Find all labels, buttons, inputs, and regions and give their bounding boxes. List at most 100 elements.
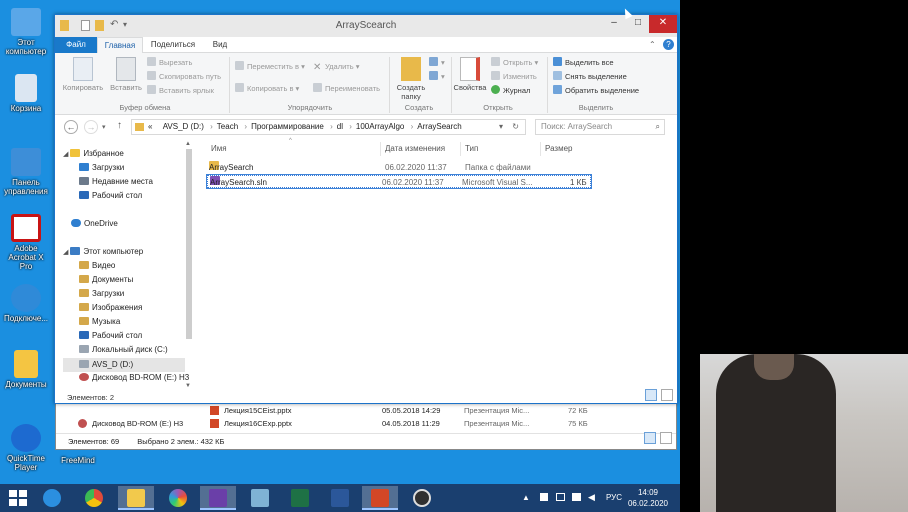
details-view-button[interactable] (645, 389, 657, 401)
column-name[interactable]: Имя (207, 142, 381, 156)
scroll-down-icon[interactable]: ▼ (185, 383, 191, 389)
desktop-icon-documents[interactable]: Документы (3, 350, 49, 389)
breadcrumb-item[interactable]: dl (337, 122, 343, 131)
history-button[interactable]: Журнал (491, 85, 530, 97)
tray-expand-icon[interactable]: ▲ (522, 493, 530, 502)
nav-downloads[interactable]: Загрузки (79, 163, 124, 172)
column-type[interactable]: Тип (461, 142, 541, 156)
file-row[interactable]: ArraySearch 06.02.2020 11:37 Папка с фай… (207, 161, 591, 174)
forward-button[interactable]: → (84, 120, 98, 134)
breadcrumb-item[interactable]: ArraySearch (417, 122, 461, 131)
refresh-icon[interactable]: ↻ (512, 120, 519, 134)
copy-path-button[interactable]: Скопировать путь (147, 71, 221, 83)
language-indicator[interactable]: РУС (606, 493, 622, 502)
nav-drive-e[interactable]: Дисковод BD-ROM (E:) H3 (79, 373, 189, 382)
background-explorer-window[interactable]: Лекция15CEist.pptx 05.05.2018 14:29 През… (55, 402, 677, 450)
desktop-icon-freemind[interactable]: FreeMind (56, 456, 100, 465)
breadcrumb-item[interactable]: Teach (217, 122, 238, 131)
back-button[interactable]: ← (64, 120, 78, 134)
address-dropdown-icon[interactable]: ▾ (499, 120, 503, 134)
edit-button[interactable]: Изменить (491, 71, 537, 83)
minimize-button[interactable]: – (603, 15, 625, 33)
taskbar-picasa[interactable] (160, 486, 196, 510)
help-icon[interactable]: ? (663, 39, 674, 50)
tab-view[interactable]: Вид (203, 37, 237, 53)
nav-downloads-pc[interactable]: Загрузки (79, 289, 124, 298)
rename-button[interactable]: Переименовать (313, 83, 380, 95)
minimize-ribbon-icon[interactable]: ⌃ (649, 40, 656, 49)
desktop-icon-acrobat[interactable]: Adobe Acrobat X Pro (3, 214, 49, 271)
file-row[interactable]: Лекция15CEist.pptx 05.05.2018 14:29 През… (78, 404, 638, 417)
invert-selection-button[interactable]: Обратить выделение (553, 85, 639, 97)
select-all-button[interactable]: Выделить все (553, 57, 614, 69)
column-size[interactable]: Размер (541, 142, 591, 156)
taskbar-visual-studio[interactable] (200, 486, 236, 510)
tray-flag-icon[interactable] (540, 493, 548, 501)
tab-home[interactable]: Главная (97, 37, 143, 53)
taskbar-word[interactable] (322, 486, 358, 510)
nav-drive-c[interactable]: Локальный диск (C:) (79, 345, 168, 354)
nav-music[interactable]: Музыка (79, 317, 120, 326)
paste-shortcut-button[interactable]: Вставить ярлык (147, 85, 214, 97)
tab-file[interactable]: Файл (55, 37, 97, 53)
clock[interactable]: 14:09 06.02.2020 (628, 487, 668, 509)
large-icons-view-button[interactable] (661, 389, 673, 401)
select-none-button[interactable]: Снять выделение (553, 71, 627, 83)
nav-onedrive[interactable]: OneDrive (71, 219, 118, 228)
nav-drive-d[interactable]: AVS_D (D:) (63, 358, 185, 372)
new-item-button[interactable]: ▾ (429, 57, 445, 69)
copy-button[interactable]: Копировать (61, 57, 105, 92)
nav-desktop-pc[interactable]: Рабочий стол (79, 331, 142, 340)
maximize-button[interactable]: □ (627, 15, 649, 33)
taskbar-obs[interactable] (404, 486, 440, 510)
start-button[interactable] (6, 488, 28, 508)
address-overflow[interactable]: « (148, 122, 152, 131)
nav-this-pc[interactable]: ◢ Этот компьютер (63, 247, 143, 256)
new-folder-button[interactable]: Создать папку (393, 57, 429, 101)
title-bar[interactable]: ↶ ▾ ArrayScearch – □ ✕ (55, 15, 677, 37)
nav-videos[interactable]: Видео (79, 261, 115, 270)
taskbar-notepad[interactable] (242, 486, 278, 510)
up-button[interactable]: ↑ (117, 120, 122, 131)
tray-monitor-icon[interactable] (572, 493, 581, 501)
desktop-icon-quicktime[interactable]: QuickTime Player (3, 424, 49, 472)
explorer-window[interactable]: ↶ ▾ ArrayScearch – □ ✕ Файл Главная Поде… (54, 14, 678, 404)
tray-volume-icon[interactable]: ◀ (588, 492, 595, 503)
breadcrumb-item[interactable]: Программирование (251, 122, 324, 131)
taskbar-internet-explorer[interactable] (34, 486, 70, 510)
back-large-icons-view-button[interactable] (660, 432, 672, 444)
properties-button[interactable]: Свойства (453, 57, 487, 92)
open-button[interactable]: Открыть ▾ (491, 57, 538, 69)
taskbar-file-explorer[interactable] (118, 486, 154, 510)
desktop-icon-control-panel[interactable]: Панель управления (3, 148, 49, 196)
tab-share[interactable]: Поделиться (145, 37, 201, 53)
file-row[interactable]: Лекция16CExp.pptx 04.05.2018 11:29 Презе… (78, 417, 638, 430)
file-row[interactable]: ArraySearch.sln 06.02.2020 11:37 Microso… (206, 174, 592, 189)
breadcrumb-item[interactable]: AVS_D (D:) (163, 122, 204, 131)
copy-to-button[interactable]: Копировать в ▾ (235, 83, 299, 95)
taskbar-excel[interactable] (282, 486, 318, 510)
scroll-thumb[interactable] (186, 149, 192, 339)
desktop-icon-connect[interactable]: Подключе... (3, 284, 49, 323)
nav-desktop[interactable]: Рабочий стол (79, 191, 142, 200)
delete-button[interactable]: ✕ Удалить ▾ (313, 61, 360, 73)
nav-pictures[interactable]: Изображения (79, 303, 142, 312)
back-details-view-button[interactable] (644, 432, 656, 444)
nav-scrollbar[interactable]: ▲ ▼ (185, 141, 193, 393)
move-to-button[interactable]: Переместить в ▾ (235, 61, 305, 73)
easy-access-button[interactable]: ▾ (429, 71, 445, 83)
desktop-icon-this-pc[interactable]: Этот компьютер (3, 8, 49, 56)
cut-button[interactable]: Вырезать (147, 57, 192, 69)
expand-icon[interactable]: ◢ (63, 249, 70, 256)
paste-button[interactable]: Вставить (107, 57, 145, 92)
nav-documents[interactable]: Документы (79, 275, 133, 284)
tray-network-icon[interactable] (556, 493, 565, 501)
column-date[interactable]: Дата изменения (381, 142, 461, 156)
search-input[interactable]: Поиск: ArraySearch ⌕ (535, 119, 665, 135)
desktop-icon-recycle-bin[interactable]: Корзина (3, 74, 49, 113)
address-bar[interactable]: « AVS_D (D:) › Teach › Программирование › d… (131, 119, 526, 135)
close-button[interactable]: ✕ (649, 15, 677, 33)
nav-recent-places[interactable]: Недавние места (79, 177, 153, 186)
recent-locations-icon[interactable]: ▾ (102, 123, 106, 131)
nav-favorites[interactable]: ◢ Избранное (63, 149, 124, 158)
